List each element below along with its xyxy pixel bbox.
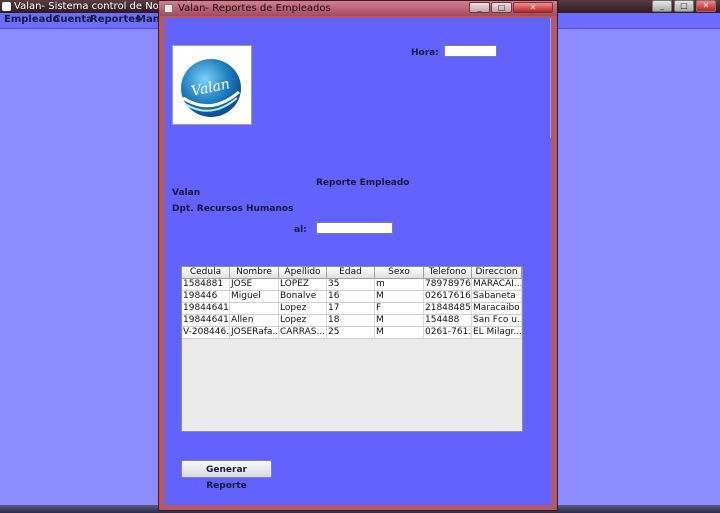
dialog-minimize-button[interactable]: _ bbox=[469, 2, 490, 13]
java-cup-icon bbox=[164, 4, 173, 13]
table-cell[interactable]: CARRAS... bbox=[279, 327, 327, 338]
company-name: Valan bbox=[172, 188, 201, 198]
table-cell[interactable]: 218484851 bbox=[424, 303, 472, 314]
table-row[interactable]: 19844641 Lopez 17 F 218484851 Maracaibo bbox=[182, 303, 522, 315]
table-cell[interactable]: m bbox=[375, 279, 424, 290]
dialog-close-button[interactable]: ✕ bbox=[513, 2, 553, 13]
table-cell[interactable]: Bonalve bbox=[279, 291, 327, 302]
table-cell[interactable]: LOPEZ bbox=[279, 279, 327, 290]
dialog-content-panel: Hora: Valan Reporte Empleado Valan Dpt. … bbox=[165, 18, 551, 505]
al-field[interactable] bbox=[316, 222, 393, 234]
table-row[interactable]: V-208446... JOSERafa... CARRAS... 25 M 0… bbox=[182, 327, 522, 339]
table-cell[interactable]: 0261-761... bbox=[424, 327, 472, 338]
table-cell[interactable]: MARACAI... bbox=[472, 279, 522, 290]
department-name: Dpt. Recursos Humanos bbox=[172, 204, 294, 214]
main-maximize-button[interactable]: □ bbox=[674, 0, 694, 12]
column-header[interactable]: Edad bbox=[327, 267, 375, 278]
table-cell[interactable]: 17 bbox=[327, 303, 375, 314]
table-cell[interactable]: JOSE bbox=[230, 279, 279, 290]
table-cell[interactable]: JOSERafa... bbox=[230, 327, 279, 338]
table-row[interactable]: 198446411 Allen Lopez 18 M 154488 San Fc… bbox=[182, 315, 522, 327]
menu-reportes[interactable]: Reportes bbox=[90, 14, 141, 25]
report-title: Reporte Empleado bbox=[316, 178, 410, 188]
generar-reporte-button[interactable]: Generar Reporte bbox=[181, 460, 272, 491]
table-cell[interactable]: Maracaibo bbox=[472, 303, 522, 314]
table-cell[interactable]: M bbox=[375, 291, 424, 302]
table-cell[interactable]: 1584881 bbox=[182, 279, 230, 290]
dialog-controls: _ □ ✕ bbox=[469, 2, 553, 13]
employees-table[interactable]: Cedula Nombre Apellido Edad Sexo Telefon… bbox=[181, 266, 523, 432]
table-cell[interactable]: 198446411 bbox=[182, 315, 230, 326]
hora-label: Hora: bbox=[411, 48, 439, 58]
table-row[interactable]: 198446 Miguel Bonalve 16 M 02617616... S… bbox=[182, 291, 522, 303]
table-cell[interactable]: V-208446... bbox=[182, 327, 230, 338]
table-cell[interactable]: Lopez bbox=[279, 315, 327, 326]
table-cell[interactable]: 25 bbox=[327, 327, 375, 338]
table-cell[interactable] bbox=[230, 303, 279, 314]
table-cell[interactable]: 198446 bbox=[182, 291, 230, 302]
al-label: al: bbox=[294, 225, 307, 235]
app-icon bbox=[2, 2, 11, 11]
main-window-controls: _ □ ✕ bbox=[652, 0, 716, 12]
table-header-row: Cedula Nombre Apellido Edad Sexo Telefon… bbox=[182, 267, 522, 279]
column-header[interactable]: Nombre bbox=[230, 267, 279, 278]
table-cell[interactable]: 16 bbox=[327, 291, 375, 302]
table-cell[interactable]: 19844641 bbox=[182, 303, 230, 314]
menu-empleado[interactable]: Empleado bbox=[4, 14, 59, 25]
valan-logo: Valan bbox=[172, 45, 252, 125]
table-cell[interactable]: 35 bbox=[327, 279, 375, 290]
table-cell[interactable]: 18 bbox=[327, 315, 375, 326]
table-cell[interactable]: Lopez bbox=[279, 303, 327, 314]
hora-field[interactable] bbox=[444, 45, 497, 57]
table-cell[interactable]: Sabaneta bbox=[472, 291, 522, 302]
table-cell[interactable]: Allen bbox=[230, 315, 279, 326]
main-close-button[interactable]: ✕ bbox=[696, 0, 716, 12]
table-cell[interactable]: M bbox=[375, 315, 424, 326]
table-cell[interactable]: 78978976 bbox=[424, 279, 472, 290]
table-cell[interactable]: San Fco u... bbox=[472, 315, 522, 326]
panel-edge-line bbox=[550, 18, 551, 138]
table-cell[interactable]: 154488 bbox=[424, 315, 472, 326]
dialog-title: Valan- Reportes de Empleados bbox=[178, 3, 331, 14]
table-row[interactable]: 1584881 JOSE LOPEZ 35 m 78978976 MARACAI… bbox=[182, 279, 522, 291]
table-cell[interactable]: 02617616... bbox=[424, 291, 472, 302]
column-header[interactable]: Direccion bbox=[472, 267, 522, 278]
table-cell[interactable]: F bbox=[375, 303, 424, 314]
table-cell[interactable]: Miguel bbox=[230, 291, 279, 302]
table-cell[interactable]: M bbox=[375, 327, 424, 338]
column-header[interactable]: Sexo bbox=[375, 267, 424, 278]
reportes-dialog: Valan- Reportes de Empleados _ □ ✕ Hora: bbox=[158, 0, 558, 511]
dialog-maximize-button[interactable]: □ bbox=[491, 2, 512, 13]
column-header[interactable]: Cedula bbox=[182, 267, 230, 278]
dialog-titlebar[interactable]: Valan- Reportes de Empleados _ □ ✕ bbox=[159, 1, 557, 16]
main-minimize-button[interactable]: _ bbox=[652, 0, 672, 12]
valan-globe-logo-icon: Valan bbox=[181, 59, 241, 117]
column-header[interactable]: Apellido bbox=[279, 267, 327, 278]
column-header[interactable]: Telefono bbox=[424, 267, 472, 278]
menu-cuenta[interactable]: Cuenta bbox=[53, 14, 93, 25]
table-cell[interactable]: EL Milagr... bbox=[472, 327, 522, 338]
